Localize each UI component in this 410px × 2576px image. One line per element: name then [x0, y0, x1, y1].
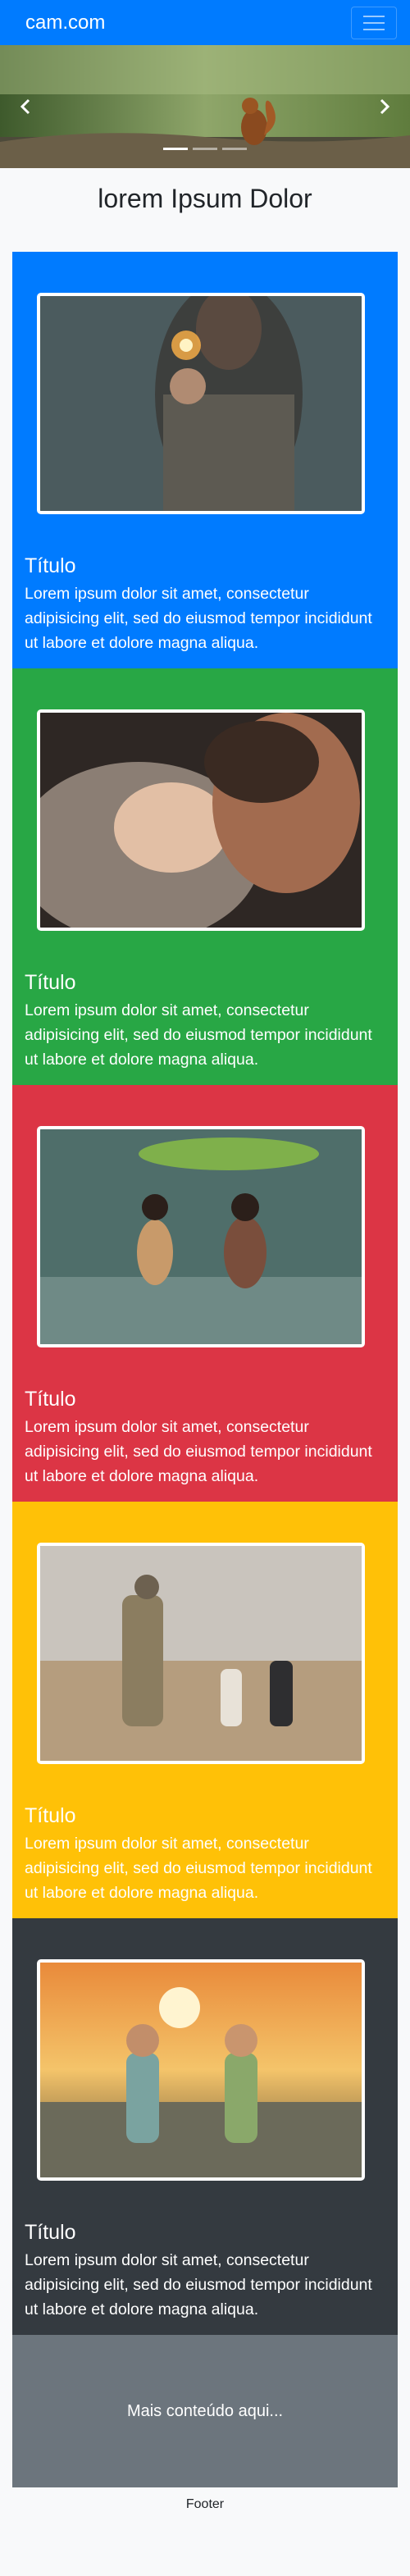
chevron-left-icon	[20, 98, 30, 115]
card-title: Título	[25, 2221, 76, 2244]
card-image	[37, 709, 365, 931]
carousel-indicator[interactable]	[222, 148, 247, 150]
more-content-section: Mais conteúdo aqui...	[12, 2335, 398, 2487]
card-title: Título	[25, 1804, 76, 1827]
page-title: lorem Ipsum Dolor	[98, 184, 312, 213]
main-content: Título Lorem ipsum dolor sit amet, conse…	[12, 252, 398, 2487]
card-image	[37, 1543, 365, 1764]
feature-card: Título Lorem ipsum dolor sit amet, conse…	[12, 668, 398, 1085]
carousel-indicators	[0, 148, 410, 150]
carousel-indicator[interactable]	[163, 148, 188, 150]
card-image	[37, 293, 365, 514]
card-title: Título	[25, 1388, 76, 1411]
more-content-text: Mais conteúdo aqui...	[126, 2401, 284, 2420]
feature-card: Título Lorem ipsum dolor sit amet, conse…	[12, 1502, 398, 1918]
carousel-prev-button[interactable]	[10, 90, 43, 123]
card-text: Lorem ipsum dolor sit amet, consectetur …	[25, 2251, 372, 2318]
card-image	[37, 1959, 365, 2181]
feature-card: Título Lorem ipsum dolor sit amet, conse…	[12, 252, 398, 668]
footer: Footer	[0, 2497, 410, 2512]
card-text: Lorem ipsum dolor sit amet, consectetur …	[25, 1001, 372, 1069]
hamburger-icon[interactable]	[351, 6, 397, 39]
brand-link[interactable]: cam.com	[25, 11, 105, 34]
card-title: Título	[25, 971, 76, 994]
card-image	[37, 1126, 365, 1347]
carousel	[0, 45, 410, 168]
feature-card: Título Lorem ipsum dolor sit amet, conse…	[12, 1918, 398, 2335]
chevron-right-icon	[380, 98, 390, 115]
carousel-indicator[interactable]	[193, 148, 217, 150]
card-text: Lorem ipsum dolor sit amet, consectetur …	[25, 1418, 372, 1485]
card-title: Título	[25, 554, 76, 577]
card-text: Lorem ipsum dolor sit amet, consectetur …	[25, 1835, 372, 1902]
card-text: Lorem ipsum dolor sit amet, consectetur …	[25, 585, 372, 652]
feature-card: Título Lorem ipsum dolor sit amet, conse…	[12, 1085, 398, 1502]
navbar: cam.com	[0, 0, 410, 45]
footer-text: Footer	[185, 2497, 225, 2511]
carousel-next-button[interactable]	[367, 90, 400, 123]
